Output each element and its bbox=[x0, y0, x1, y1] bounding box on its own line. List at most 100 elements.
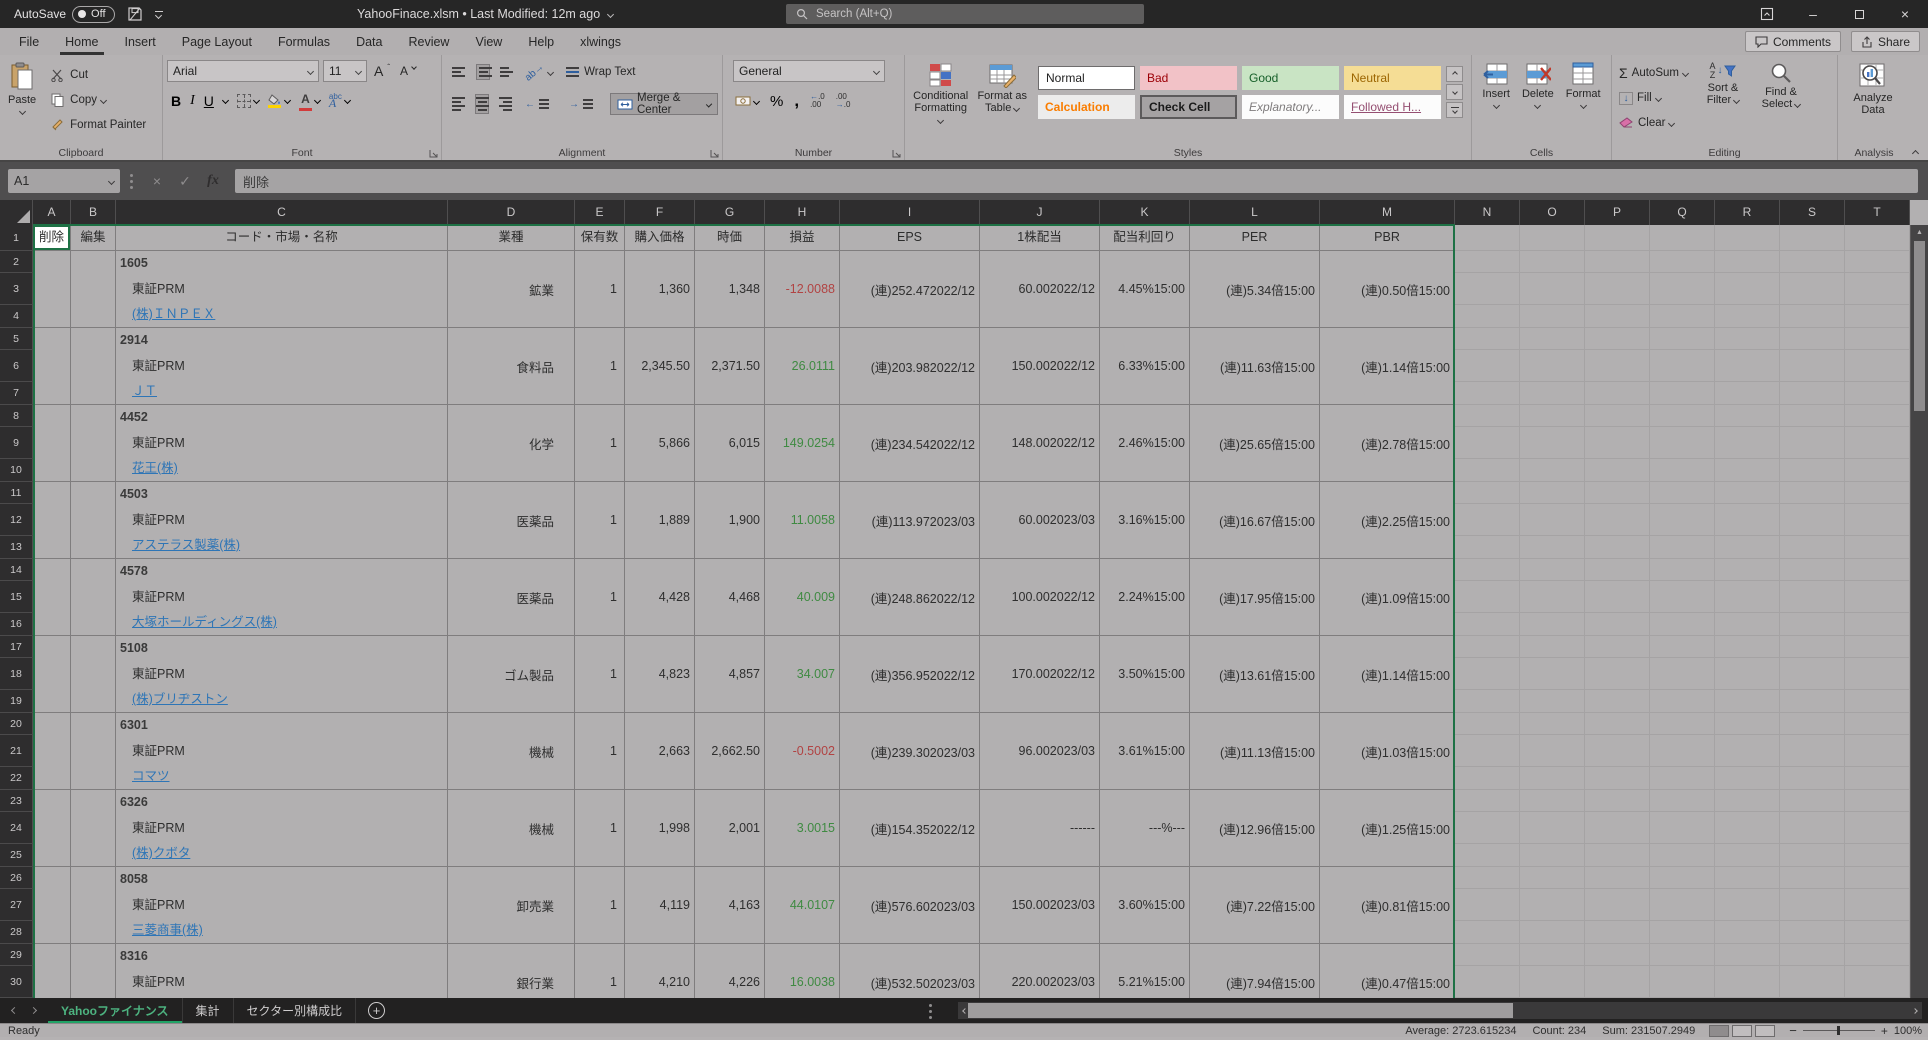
merge-center-button[interactable]: Merge & Center bbox=[610, 92, 718, 116]
cell-buy-price[interactable]: 4,210 bbox=[625, 944, 695, 998]
row-header-9[interactable]: 9 bbox=[0, 427, 33, 459]
cell-style-good[interactable]: Good bbox=[1242, 66, 1339, 90]
cell-yield[interactable]: 4.45%15:00 bbox=[1100, 251, 1190, 327]
cell-per[interactable]: (連)11.63倍15:00 bbox=[1190, 328, 1320, 404]
document-title[interactable]: YahooFinace.xlsm • Last Modified: 12m ag… bbox=[357, 0, 615, 28]
cell-delete[interactable] bbox=[33, 328, 71, 404]
cell-eps[interactable]: (連)248.862022/12 bbox=[840, 559, 980, 635]
row-header-11[interactable]: 11 bbox=[0, 482, 33, 504]
row-header-12[interactable]: 12 bbox=[0, 504, 33, 536]
cell-delete[interactable] bbox=[33, 251, 71, 327]
ribbon-display-options-button[interactable] bbox=[1744, 0, 1790, 28]
stock-name-link[interactable]: 大塚ホールディングス(株) bbox=[132, 615, 277, 629]
header-cell-A[interactable]: 削除 bbox=[33, 225, 71, 250]
restore-button[interactable] bbox=[1836, 0, 1882, 28]
cell-delete[interactable] bbox=[33, 482, 71, 558]
header-cell-I[interactable]: EPS bbox=[840, 225, 980, 250]
ribbon-tab-help[interactable]: Help bbox=[515, 28, 567, 55]
fill-button[interactable]: ↓ Fill bbox=[1616, 87, 1691, 109]
formula-input[interactable]: 削除 bbox=[235, 169, 1918, 193]
cell-yield[interactable]: 6.33%15:00 bbox=[1100, 328, 1190, 404]
row-header-26[interactable]: 26 bbox=[0, 867, 33, 889]
column-header-F[interactable]: F bbox=[625, 200, 695, 225]
cell-code-market-name[interactable]: 8058 東証PRM 三菱商事(株) bbox=[116, 867, 448, 943]
stock-market[interactable]: 東証PRM bbox=[116, 273, 447, 305]
ribbon-tab-xlwings[interactable]: xlwings bbox=[567, 28, 634, 55]
cell-pbr[interactable]: (連)1.14倍15:00 bbox=[1320, 328, 1455, 404]
cell-per[interactable]: (連)25.65倍15:00 bbox=[1190, 405, 1320, 481]
cell-code-market-name[interactable]: 5108 東証PRM (株)ブリヂストン bbox=[116, 636, 448, 712]
cell-yield[interactable]: 5.21%15:00 bbox=[1100, 944, 1190, 998]
increase-font-button[interactable]: Aˆ bbox=[371, 60, 393, 82]
cell-style-check-cell[interactable]: Check Cell bbox=[1140, 95, 1237, 119]
cell-profit-loss[interactable]: 26.0111 bbox=[765, 328, 840, 404]
cell-sector[interactable]: 卸売業 bbox=[448, 867, 575, 943]
number-format-select[interactable]: General bbox=[733, 60, 885, 82]
analyze-data-button[interactable]: Analyze Data bbox=[1842, 60, 1904, 118]
cell-market-price[interactable]: 4,226 bbox=[695, 944, 765, 998]
cell-yield[interactable]: 2.46%15:00 bbox=[1100, 405, 1190, 481]
cell-per[interactable]: (連)7.94倍15:00 bbox=[1190, 944, 1320, 998]
cell-style-neutral[interactable]: Neutral bbox=[1344, 66, 1441, 90]
stock-name-link[interactable]: (株)ＩＮＰＥＸ bbox=[132, 307, 215, 321]
cell-dividend[interactable]: 60.002022/12 bbox=[980, 251, 1100, 327]
cell-dividend[interactable]: ------ bbox=[980, 790, 1100, 866]
name-box-dropdown-icon[interactable] bbox=[107, 177, 116, 185]
row-header-29[interactable]: 29 bbox=[0, 944, 33, 966]
scroll-left-icon[interactable] bbox=[958, 1007, 972, 1014]
accounting-format-button[interactable] bbox=[735, 95, 761, 107]
stock-code[interactable]: 6326 bbox=[116, 790, 447, 812]
underline-button[interactable]: U bbox=[204, 93, 214, 109]
font-dialog-launcher[interactable] bbox=[429, 149, 438, 158]
copy-button[interactable]: Copy bbox=[46, 89, 149, 111]
stock-name-link[interactable]: 花王(株) bbox=[132, 461, 178, 475]
borders-button[interactable] bbox=[236, 93, 260, 108]
row-header-24[interactable]: 24 bbox=[0, 812, 33, 844]
autosave-pill[interactable]: Off bbox=[72, 5, 115, 23]
row-header-4[interactable]: 4 bbox=[0, 305, 33, 328]
column-header-P[interactable]: P bbox=[1585, 200, 1650, 225]
stock-market[interactable]: 東証PRM bbox=[116, 966, 447, 998]
align-top-button[interactable] bbox=[452, 67, 466, 77]
cell-delete[interactable] bbox=[33, 636, 71, 712]
cell-sector[interactable]: 機械 bbox=[448, 790, 575, 866]
cell-market-price[interactable]: 2,371.50 bbox=[695, 328, 765, 404]
cell-market-price[interactable]: 2,662.50 bbox=[695, 713, 765, 789]
cell-eps[interactable]: (連)234.542022/12 bbox=[840, 405, 980, 481]
align-middle-button[interactable] bbox=[476, 64, 492, 80]
header-cell-C[interactable]: コード・市場・名称 bbox=[116, 225, 448, 250]
stock-market[interactable]: 東証PRM bbox=[116, 889, 447, 921]
cell-buy-price[interactable]: 1,998 bbox=[625, 790, 695, 866]
row-header-28[interactable]: 28 bbox=[0, 921, 33, 944]
cell-edit[interactable] bbox=[71, 713, 116, 789]
cell-pbr[interactable]: (連)0.50倍15:00 bbox=[1320, 251, 1455, 327]
tab-split-handle[interactable] bbox=[929, 1004, 932, 1019]
cell-yield[interactable]: 2.24%15:00 bbox=[1100, 559, 1190, 635]
cell-style-bad[interactable]: Bad bbox=[1140, 66, 1237, 90]
format-painter-button[interactable]: Format Painter bbox=[46, 114, 149, 136]
cell-profit-loss[interactable]: 11.0058 bbox=[765, 482, 840, 558]
cell-pbr[interactable]: (連)2.25倍15:00 bbox=[1320, 482, 1455, 558]
stock-market[interactable]: 東証PRM bbox=[116, 812, 447, 844]
row-header-22[interactable]: 22 bbox=[0, 767, 33, 790]
column-header-B[interactable]: B bbox=[71, 200, 116, 225]
cell-buy-price[interactable]: 2,345.50 bbox=[625, 328, 695, 404]
share-button[interactable]: Share bbox=[1850, 31, 1920, 52]
stock-market[interactable]: 東証PRM bbox=[116, 735, 447, 767]
gallery-down-button[interactable] bbox=[1446, 84, 1463, 100]
cell-quantity[interactable]: 1 bbox=[575, 790, 625, 866]
stock-code[interactable]: 8316 bbox=[116, 944, 447, 966]
comments-button[interactable]: Comments bbox=[1744, 31, 1841, 52]
decrease-font-button[interactable]: A bbox=[397, 60, 419, 82]
cell-edit[interactable] bbox=[71, 790, 116, 866]
cell-buy-price[interactable]: 5,866 bbox=[625, 405, 695, 481]
header-cell-E[interactable]: 保有数 bbox=[575, 225, 625, 250]
save-icon[interactable] bbox=[127, 6, 143, 22]
row-header-21[interactable]: 21 bbox=[0, 735, 33, 767]
zoom-level[interactable]: 100% bbox=[1894, 1025, 1922, 1037]
select-all-corner[interactable] bbox=[0, 200, 33, 225]
font-color-button[interactable]: A bbox=[298, 90, 321, 111]
cell-profit-loss[interactable]: 44.0107 bbox=[765, 867, 840, 943]
cell-per[interactable]: (連)13.61倍15:00 bbox=[1190, 636, 1320, 712]
cell-market-price[interactable]: 4,857 bbox=[695, 636, 765, 712]
